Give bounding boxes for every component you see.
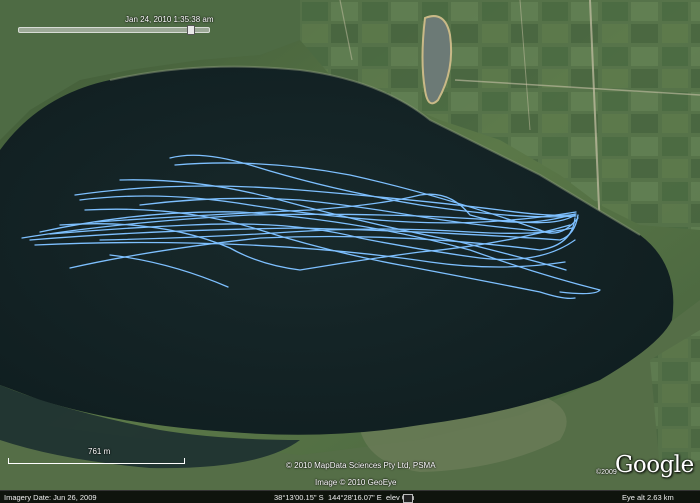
eye-altitude-readout: Eye alt 2.63 km <box>622 493 674 502</box>
scale-bar-line <box>8 458 185 464</box>
scale-bar <box>8 458 185 466</box>
map-data-attribution: © 2010 MapData Sciences Pty Ltd, PSMA <box>286 461 436 470</box>
time-slider-thumb[interactable] <box>187 25 195 35</box>
google-logo: Google <box>615 452 694 478</box>
timestamp-label: Jan 24, 2010 1:35:38 am <box>125 15 214 24</box>
scale-label: 761 m <box>88 447 111 456</box>
map-imagery <box>0 0 700 503</box>
status-bar: Imagery Date: Jun 26, 2009 38°13'00.15" … <box>0 490 700 503</box>
streaming-indicator-icon <box>403 494 413 503</box>
latitude-readout: 38°13'00.15" S <box>274 493 324 502</box>
time-slider-track[interactable] <box>18 27 210 33</box>
longitude-readout: 144°28'16.07" E <box>328 493 382 502</box>
imagery-date: Imagery Date: Jun 26, 2009 <box>4 493 97 502</box>
logo-copyright: ©2009 <box>596 469 617 476</box>
satellite-map[interactable]: Jan 24, 2010 1:35:38 am 761 m © 2010 Map… <box>0 0 700 503</box>
imagery-attribution: Image © 2010 GeoEye <box>315 478 397 487</box>
time-slider[interactable] <box>18 25 210 35</box>
